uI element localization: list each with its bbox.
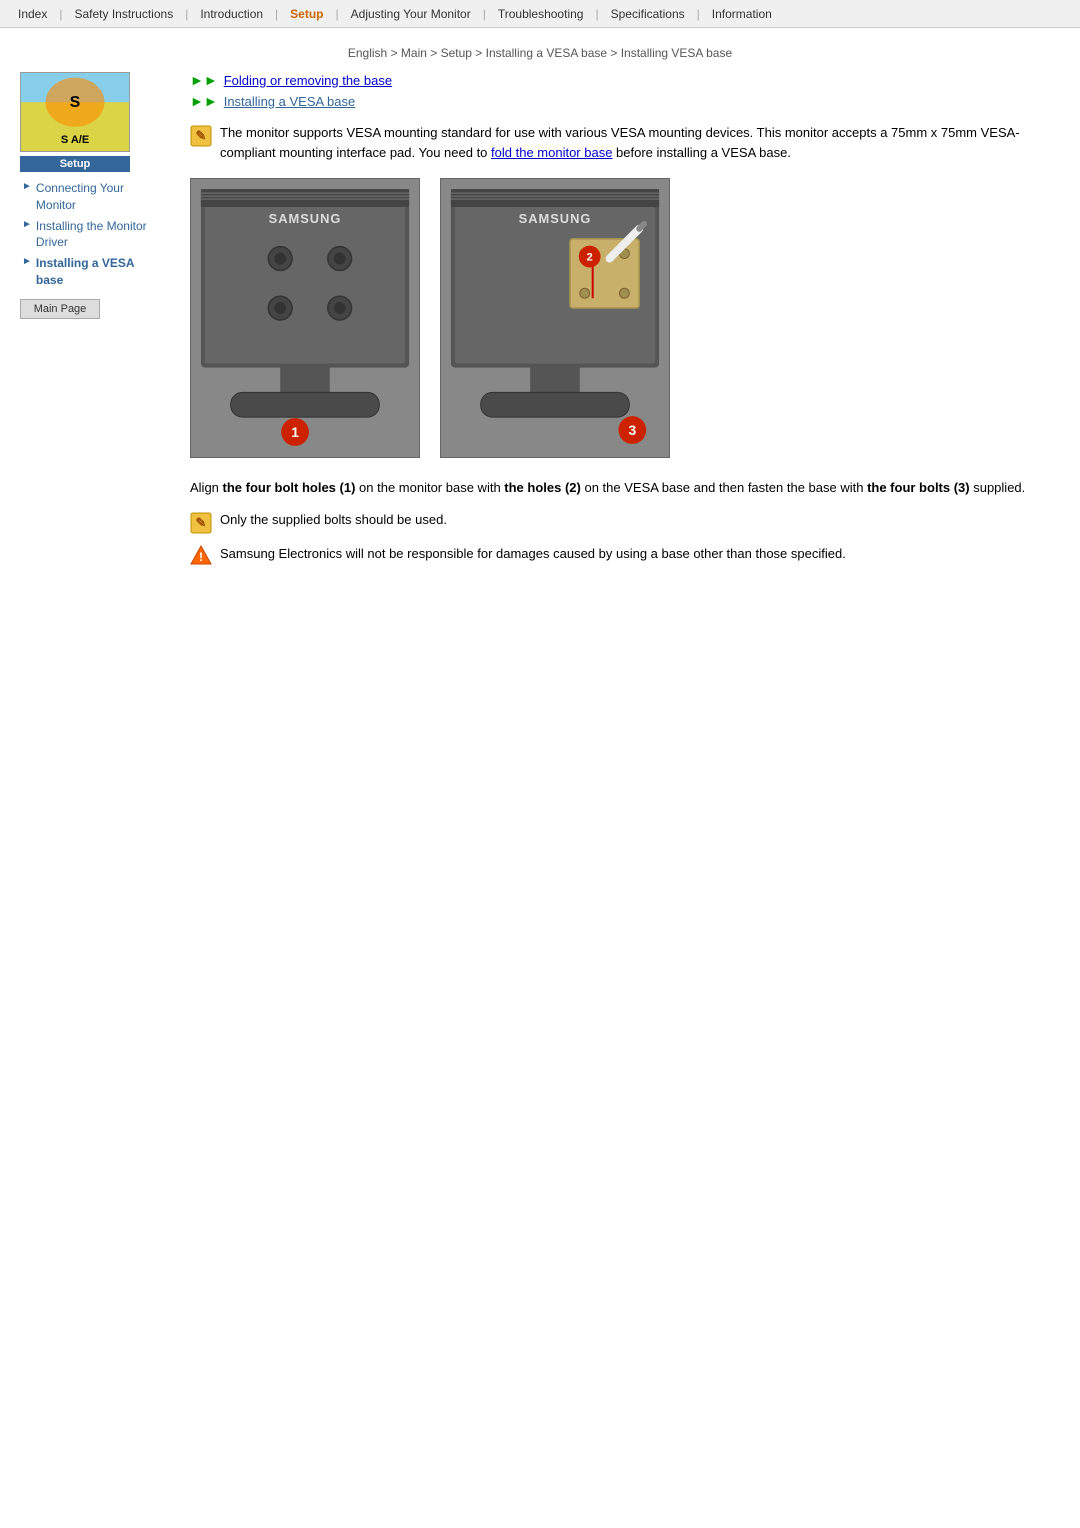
warning-icon: ! (190, 544, 212, 566)
svg-text:SAMSUNG: SAMSUNG (269, 211, 342, 226)
monitor-diagram-left: SAMSUNG (190, 178, 420, 458)
chapter-link-fold[interactable]: ►► Folding or removing the base (190, 72, 1060, 88)
only-bolts-note: ✎ Only the supplied bolts should be used… (190, 510, 1060, 534)
arrow-icon-3: ► (22, 256, 32, 267)
sidebar: S S A/E Setup ► Connecting Your Monitor … (20, 72, 170, 576)
svg-text:1: 1 (291, 424, 299, 440)
svg-text:2: 2 (587, 252, 593, 264)
nav-troubleshooting[interactable]: Troubleshooting (488, 7, 594, 21)
nav-introduction[interactable]: Introduction (190, 7, 273, 21)
arrow-icon-2: ► (22, 219, 32, 230)
sidebar-item-connecting[interactable]: ► Connecting Your Monitor (20, 180, 160, 214)
nav-specifications[interactable]: Specifications (601, 7, 695, 21)
only-bolts-text: Only the supplied bolts should be used. (220, 510, 447, 530)
note-text: The monitor supports VESA mounting stand… (220, 123, 1060, 162)
nav-information[interactable]: Information (702, 7, 782, 21)
chapter-link-text-1[interactable]: Folding or removing the base (224, 73, 392, 88)
sidebar-item-vesa[interactable]: ► Installing a VESA base (20, 255, 160, 289)
main-page-button[interactable]: Main Page (20, 299, 100, 319)
monitor-diagram-right: SAMSUNG (440, 178, 670, 458)
bold-bolts: the four bolts (3) (867, 480, 970, 495)
main-content: ►► Folding or removing the base ►► Insta… (170, 72, 1060, 576)
link-driver[interactable]: Installing the Monitor Driver (36, 218, 160, 252)
bold-holes: the four bolt holes (1) (223, 480, 356, 495)
warning-note: ! Samsung Electronics will not be respon… (190, 544, 1060, 566)
svg-text:!: ! (199, 550, 203, 564)
nav-adjusting[interactable]: Adjusting Your Monitor (341, 7, 481, 21)
svg-text:SAMSUNG: SAMSUNG (519, 211, 592, 226)
content-wrapper: S S A/E Setup ► Connecting Your Monitor … (20, 72, 1060, 576)
sidebar-logo: S S A/E (20, 72, 130, 152)
nav-safety[interactable]: Safety Instructions (64, 7, 183, 21)
svg-text:S: S (70, 94, 80, 111)
align-description: Align the four bolt holes (1) on the mon… (190, 478, 1060, 498)
note-icon: ✎ (190, 125, 212, 147)
navbar: Index | Safety Instructions | Introducti… (0, 0, 1080, 28)
sidebar-links: ► Connecting Your Monitor ► Installing t… (20, 180, 160, 289)
link-connecting[interactable]: Connecting Your Monitor (36, 180, 160, 214)
note-block: ✎ The monitor supports VESA mounting sta… (190, 123, 1060, 162)
chapter-arrow-1: ►► (190, 72, 218, 88)
arrow-icon: ► (22, 181, 32, 192)
sidebar-item-driver[interactable]: ► Installing the Monitor Driver (20, 218, 160, 252)
chapter-link-vesa[interactable]: ►► Installing a VESA base (190, 93, 1060, 109)
svg-text:✎: ✎ (196, 128, 207, 143)
chapter-arrow-2: ►► (190, 93, 218, 109)
warning-text: Samsung Electronics will not be responsi… (220, 544, 846, 564)
fold-link[interactable]: fold the monitor base (491, 145, 612, 160)
setup-label: Setup (20, 156, 130, 172)
page-container: English > Main > Setup > Installing a VE… (0, 28, 1080, 586)
bold-holes2: the holes (2) (504, 480, 581, 495)
nav-index[interactable]: Index (8, 7, 57, 21)
nav-setup[interactable]: Setup (280, 7, 333, 21)
svg-text:✎: ✎ (196, 515, 207, 530)
link-vesa[interactable]: Installing a VESA base (36, 255, 160, 289)
chapter-link-text-2[interactable]: Installing a VESA base (224, 94, 356, 109)
note-icon-2: ✎ (190, 512, 212, 534)
breadcrumb: English > Main > Setup > Installing a VE… (20, 46, 1060, 60)
chapter-links: ►► Folding or removing the base ►► Insta… (190, 72, 1060, 109)
svg-text:3: 3 (628, 422, 636, 438)
logo-text: S A/E (21, 134, 129, 146)
images-row: SAMSUNG (190, 178, 1060, 458)
